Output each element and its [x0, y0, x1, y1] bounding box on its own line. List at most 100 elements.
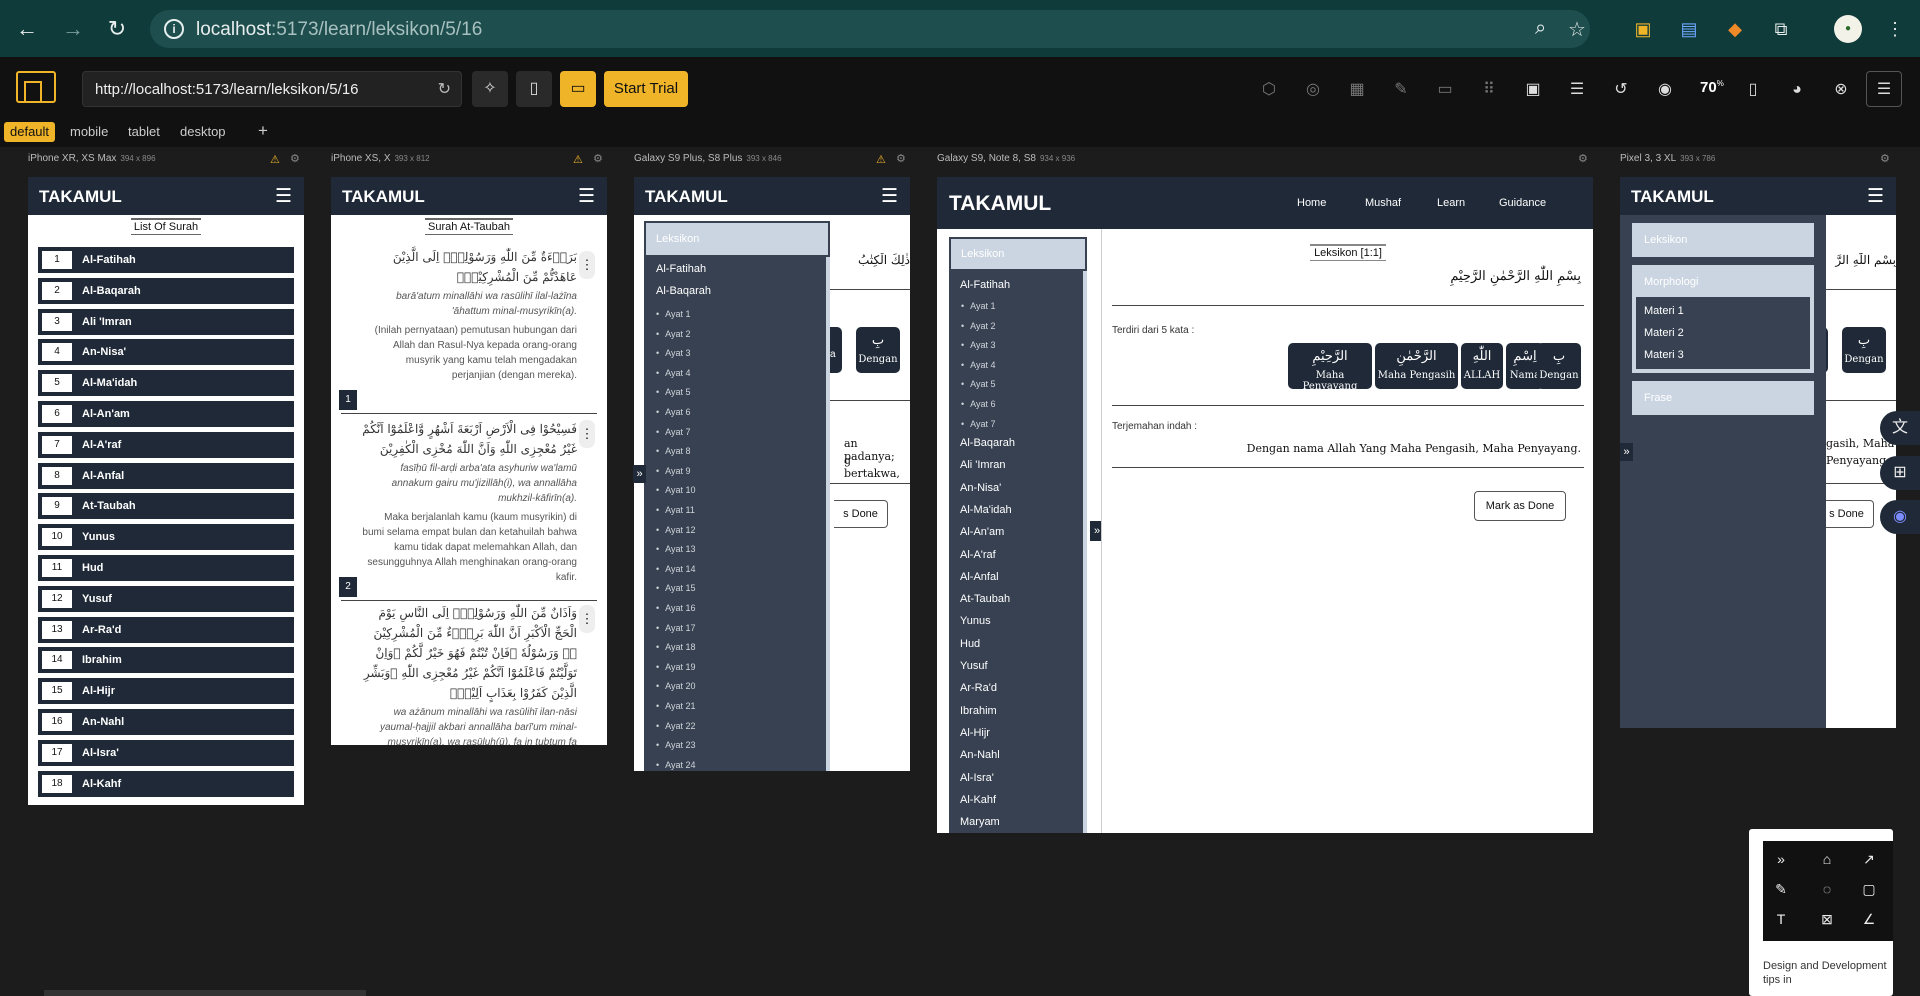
nav-guidance-link[interactable]: Guidance — [1499, 197, 1546, 209]
dots-grid-icon[interactable]: ⠿ — [1478, 79, 1500, 101]
ayat-item[interactable]: Ayat 4 — [656, 368, 690, 378]
multi-device-button[interactable]: ▭ — [560, 71, 596, 107]
reload-icon[interactable]: ↻ — [104, 16, 130, 42]
screenshot-icon[interactable]: ▣ — [1522, 79, 1544, 101]
surah-row[interactable]: 18 Al-Kahf — [38, 770, 294, 797]
word-button[interactable]: بِ Dengan — [1842, 327, 1886, 373]
translate-icon[interactable]: 文 — [1880, 411, 1920, 445]
word-button[interactable]: اللّٰهِ ALLAH — [1461, 343, 1503, 389]
sidebar-surah-item[interactable]: Al-Baqarah — [656, 285, 711, 297]
close-circle-icon[interactable]: ⊗ — [1830, 79, 1852, 101]
zoom-icon[interactable]: ⌕ — [1535, 17, 1546, 40]
ayat-item[interactable]: Ayat 12 — [656, 525, 695, 535]
device-settings-icon[interactable]: ⚙ — [1880, 152, 1890, 165]
surah-row[interactable]: 9 At-Taubah — [38, 493, 294, 520]
start-trial-button[interactable]: Start Trial — [604, 71, 688, 107]
ayah-menu-icon[interactable]: ⋮ — [579, 420, 595, 448]
hamburger-menu-icon[interactable]: ☰ — [1866, 71, 1902, 107]
profile-avatar[interactable]: ● — [1834, 15, 1862, 43]
ayat-item[interactable]: Ayat 11 — [656, 505, 695, 515]
app-logo[interactable]: TAKAMUL — [1631, 187, 1714, 207]
sidebar-surah-item[interactable]: Hud — [960, 638, 980, 650]
sidebar-surah-item[interactable]: Al-Fatihah — [656, 263, 706, 275]
device-settings-icon[interactable]: ⚙ — [1578, 152, 1588, 165]
mark-done-button[interactable]: Mark as Done — [1474, 491, 1566, 521]
ayat-item[interactable]: Ayat 2 — [656, 329, 690, 339]
camera-icon[interactable]: ◉ — [1654, 79, 1676, 101]
materi-item[interactable]: Materi 3 — [1644, 349, 1684, 361]
surah-row[interactable]: 15 Al-Hijr — [38, 678, 294, 705]
materi-item[interactable]: Materi 2 — [1644, 327, 1684, 339]
surah-row[interactable]: 13 Ar-Ra'd — [38, 616, 294, 643]
ayat-item[interactable]: Ayat 19 — [656, 662, 695, 672]
zoom-level[interactable]: 70% — [1700, 79, 1724, 96]
discord-icon[interactable]: ◕ — [1786, 79, 1808, 101]
cursor-plus-icon[interactable]: ↗ — [1859, 851, 1879, 868]
horizontal-scrollbar[interactable] — [44, 990, 366, 996]
sidebar-surah-item[interactable]: Al-Anfal — [960, 571, 999, 583]
surah-row[interactable]: 10 Yunus — [38, 524, 294, 551]
pen-icon[interactable]: ✎ — [1771, 881, 1791, 898]
surah-row[interactable]: 7 Al-A'raf — [38, 431, 294, 458]
sidebar-surah-item[interactable]: Al-Baqarah — [960, 437, 1015, 449]
sidebar-surah-item[interactable]: Al-Isra' — [960, 772, 994, 784]
sidebar-toggle-button[interactable]: » — [633, 465, 646, 483]
surah-row[interactable]: 16 An-Nahl — [38, 709, 294, 735]
stack-icon[interactable]: ☰ — [1566, 79, 1588, 101]
site-info-icon[interactable]: i — [164, 19, 184, 39]
warning-icon[interactable]: ⚠ — [876, 153, 886, 166]
surah-row[interactable]: 6 Al-An'am — [38, 401, 294, 427]
mark-done-button[interactable]: s Done — [1820, 500, 1874, 528]
surah-row[interactable]: 12 Yusuf — [38, 585, 294, 612]
sidebar-header-leksikon[interactable]: Leksikon — [951, 239, 1085, 269]
sidebar-surah-item[interactable]: An-Nahl — [960, 749, 1000, 761]
surah-row[interactable]: 3 Ali 'Imran — [38, 308, 294, 335]
nav-mushaf-link[interactable]: Mushaf — [1365, 197, 1401, 209]
minus-icon[interactable]: ▭ — [1434, 79, 1456, 101]
inspect-cursor-button[interactable]: ✧ — [472, 71, 508, 107]
sidebar-surah-item[interactable]: Al-Hijr — [960, 727, 990, 739]
sidebar-toggle-button[interactable]: » — [1620, 443, 1633, 461]
sidebar-surah-item[interactable]: Al-An'am — [960, 526, 1004, 538]
ayat-item[interactable]: Ayat 13 — [656, 544, 695, 554]
app-logo[interactable]: TAKAMUL — [342, 187, 425, 207]
ayah-menu-icon[interactable]: ⋮ — [579, 251, 595, 279]
ayat-item[interactable]: Ayat 10 — [656, 485, 695, 495]
ayat-item[interactable]: Ayat 2 — [961, 321, 995, 331]
ayat-item[interactable]: Ayat 1 — [656, 309, 690, 319]
surah-row[interactable]: 8 Al-Anfal — [38, 462, 294, 489]
sidebar-surah-item[interactable]: Al-Fatihah — [960, 279, 1010, 291]
assistant-icon[interactable]: ◉ — [1880, 500, 1920, 534]
apps-grid-icon[interactable]: ⊞ — [1880, 456, 1920, 490]
word-button[interactable]: بِ Dengan — [1537, 343, 1581, 389]
device-rotate-icon[interactable]: ▯ — [1742, 79, 1764, 101]
add-tab-icon[interactable]: + — [252, 119, 274, 140]
layers-icon[interactable]: ◎ — [1302, 79, 1324, 101]
ayat-item[interactable]: Ayat 23 — [656, 740, 695, 750]
ayat-item[interactable]: Ayat 4 — [961, 360, 995, 370]
word-button[interactable]: الرَّحْمٰنِ Maha Pengasih — [1375, 343, 1458, 389]
mark-done-button[interactable]: s Done — [834, 500, 888, 528]
extension-icon[interactable]: ▤ — [1676, 16, 1702, 42]
word-button-peek[interactable]: a — [830, 327, 842, 373]
ayat-item[interactable]: Ayat 8 — [656, 446, 690, 456]
mobile-view-button[interactable]: ▯ — [516, 71, 552, 107]
address-bar[interactable]: i localhost:5173/learn/leksikon/5/16 ⌕ ☆ — [150, 10, 1590, 48]
surah-row[interactable]: 14 Ibrahim — [38, 647, 294, 674]
note-icon[interactable]: ▢ — [1859, 881, 1879, 898]
scrollbar[interactable] — [1083, 271, 1087, 833]
refresh-icon[interactable]: ↻ — [438, 79, 451, 99]
sidebar-surah-item[interactable]: Ar-Ra'd — [960, 682, 997, 694]
hamburger-icon[interactable]: ☰ — [881, 185, 898, 208]
angle-icon[interactable]: ∠ — [1859, 911, 1879, 928]
surah-row[interactable]: 5 Al-Ma'idah — [38, 370, 294, 397]
sidebar-surah-item[interactable]: An-Nisa' — [960, 482, 1001, 494]
materi-item[interactable]: Materi 1 — [1644, 305, 1684, 317]
home-icon[interactable]: ⌂ — [1817, 851, 1837, 867]
warning-icon[interactable]: ⚠ — [573, 153, 583, 166]
metamask-icon[interactable]: ◆ — [1722, 16, 1748, 42]
sidebar-surah-item[interactable]: Yusuf — [960, 660, 988, 672]
app-logo[interactable]: TAKAMUL — [39, 187, 122, 207]
hamburger-icon[interactable]: ☰ — [275, 185, 292, 208]
hamburger-icon[interactable]: ☰ — [578, 185, 595, 208]
